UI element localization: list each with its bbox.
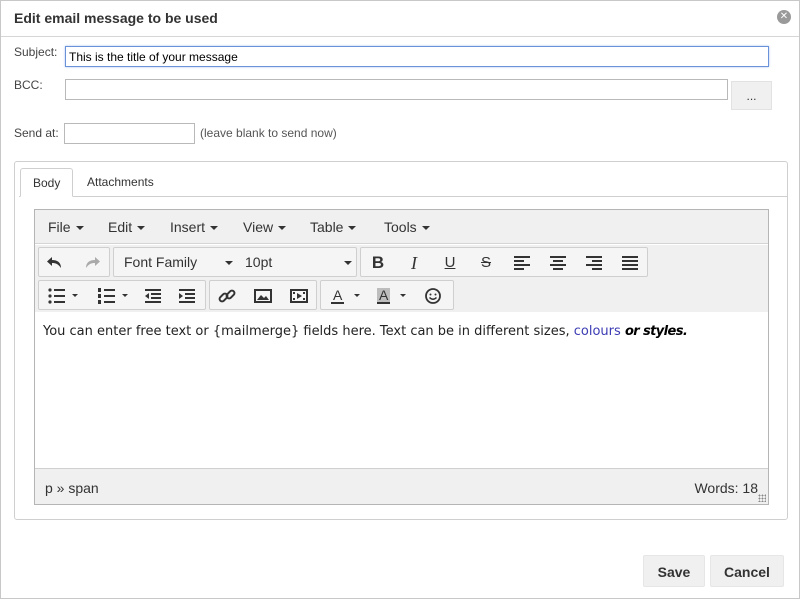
media-icon[interactable] <box>285 284 313 308</box>
menu-table[interactable]: Table <box>310 219 357 235</box>
bullet-list-icon[interactable] <box>42 284 84 308</box>
bcc-browse-button[interactable]: ... <box>731 81 772 110</box>
content-colours-text: colours <box>573 324 621 339</box>
numbered-list-icon[interactable] <box>92 284 134 308</box>
editor-content-area[interactable]: You can enter free text or {mailmerge} f… <box>35 314 768 466</box>
tab-attachments[interactable]: Attachments <box>75 168 166 197</box>
tabs-panel: Body Attachments File Edit Insert View T… <box>14 161 788 520</box>
chevron-down-icon <box>348 226 357 231</box>
send-at-input[interactable] <box>64 123 195 144</box>
subject-input[interactable] <box>65 46 769 67</box>
indent-icon[interactable] <box>173 284 201 308</box>
editor-toolbar-row-1: Font Family 10pt B I U S <box>35 245 768 279</box>
emoticons-icon[interactable] <box>419 284 447 308</box>
cancel-button[interactable]: Cancel <box>710 555 784 587</box>
chevron-down-icon <box>210 226 219 231</box>
menu-insert[interactable]: Insert <box>170 219 219 235</box>
resize-handle-icon[interactable] <box>758 494 766 502</box>
word-count: Words: 18 <box>694 480 758 496</box>
italic-icon[interactable]: I <box>400 251 428 275</box>
editor-toolbar-row-2: A A <box>35 278 768 312</box>
font-group: Font Family 10pt <box>113 247 357 277</box>
dialog-title: Edit email message to be used <box>14 10 218 26</box>
link-icon[interactable] <box>213 284 241 308</box>
close-icon[interactable]: ✕ <box>777 10 791 24</box>
chevron-down-icon <box>278 226 287 231</box>
menu-tools[interactable]: Tools <box>384 219 430 235</box>
chevron-down-icon <box>75 226 84 231</box>
editor-menubar: File Edit Insert View Table Tools <box>35 210 768 244</box>
history-group <box>38 247 110 277</box>
align-right-icon[interactable] <box>580 251 608 275</box>
tab-body[interactable]: Body <box>20 168 74 197</box>
background-color-icon[interactable]: A <box>370 284 412 308</box>
bcc-label: BCC: <box>14 78 43 92</box>
font-family-dropdown[interactable]: Font Family <box>124 254 239 270</box>
email-dialog: Edit email message to be used ✕ Subject:… <box>0 0 800 599</box>
editor-statusbar: p » span Words: 18 <box>35 468 768 504</box>
rich-text-editor: File Edit Insert View Table Tools Font F… <box>34 209 769 505</box>
dialog-titlebar: Edit email message to be used ✕ <box>1 1 799 37</box>
bcc-input[interactable] <box>65 79 728 100</box>
menu-file[interactable]: File <box>48 219 84 235</box>
send-at-label: Send at: <box>14 126 59 140</box>
element-path[interactable]: p » span <box>45 480 99 496</box>
content-text: You can enter free text or {mailmerge} f… <box>43 324 574 339</box>
svg-text:A: A <box>379 287 389 303</box>
menu-view[interactable]: View <box>243 219 287 235</box>
content-styles-text: or styles. <box>624 324 688 339</box>
underline-icon[interactable]: U <box>436 251 464 275</box>
bold-icon[interactable]: B <box>364 251 392 275</box>
color-group: A A <box>320 280 454 310</box>
list-group <box>38 280 206 310</box>
svg-text:A: A <box>333 287 343 303</box>
undo-icon[interactable] <box>42 251 70 275</box>
align-center-icon[interactable] <box>544 251 572 275</box>
strikethrough-icon[interactable]: S <box>472 251 500 275</box>
chevron-down-icon <box>225 261 233 265</box>
subject-label: Subject: <box>14 45 58 59</box>
image-icon[interactable] <box>249 284 277 308</box>
chevron-down-icon <box>421 226 430 231</box>
justify-icon[interactable] <box>616 251 644 275</box>
chevron-down-icon <box>344 261 352 265</box>
chevron-down-icon <box>137 226 146 231</box>
insert-group <box>209 280 317 310</box>
menu-edit[interactable]: Edit <box>108 219 146 235</box>
font-size-dropdown[interactable]: 10pt <box>245 254 355 270</box>
align-left-icon[interactable] <box>508 251 536 275</box>
save-button[interactable]: Save <box>643 555 705 587</box>
outdent-icon[interactable] <box>139 284 167 308</box>
send-at-hint: (leave blank to send now) <box>200 126 337 140</box>
redo-icon[interactable] <box>77 251 105 275</box>
format-group: B I U S <box>360 247 648 277</box>
text-color-icon[interactable]: A <box>324 284 366 308</box>
